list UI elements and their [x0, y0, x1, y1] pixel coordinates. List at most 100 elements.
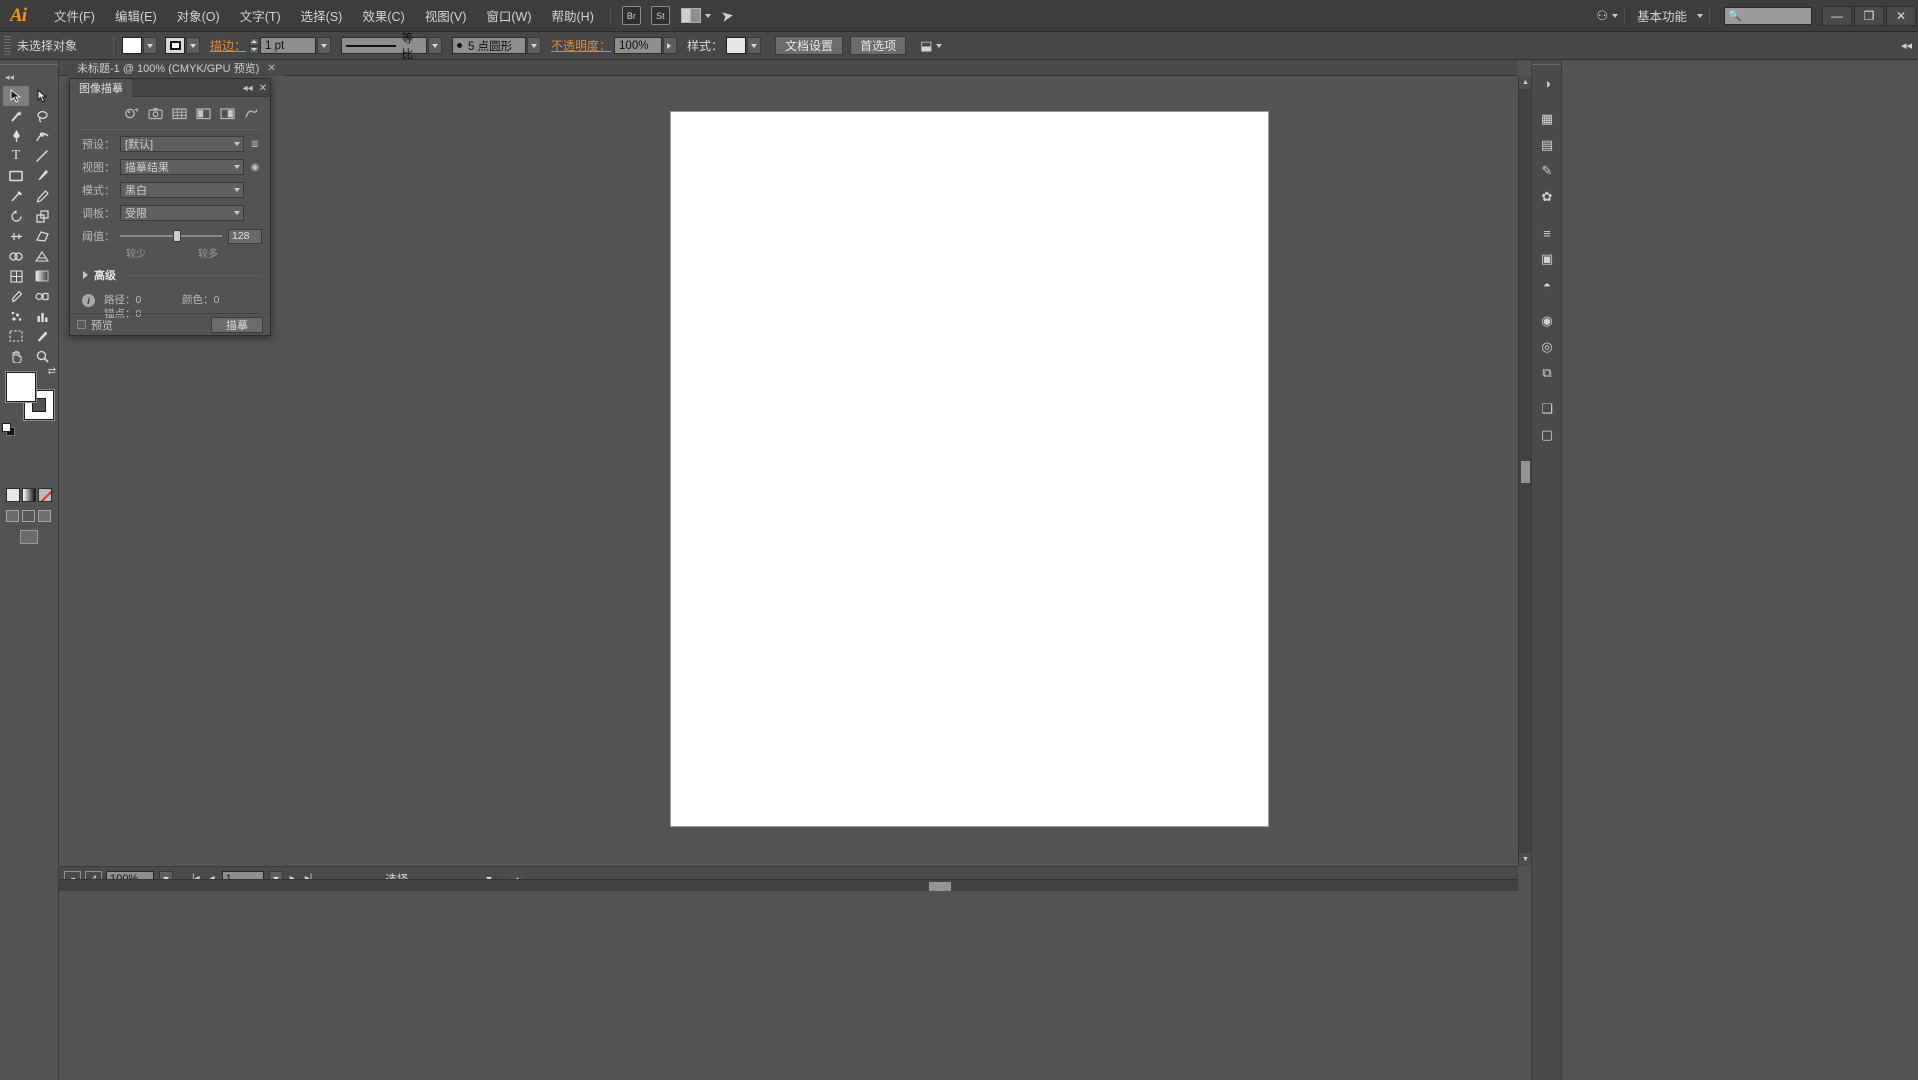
- brush-definition-select[interactable]: 5 点圆形: [452, 37, 526, 54]
- screen-mode-button[interactable]: [20, 530, 38, 544]
- tool-type[interactable]: T: [3, 146, 29, 166]
- tool-rectangle[interactable]: [3, 166, 29, 186]
- symbols-panel-icon[interactable]: ✿: [1532, 184, 1562, 210]
- mode-select[interactable]: 黑白: [120, 182, 244, 198]
- high-color-icon[interactable]: [146, 105, 164, 121]
- menu-file[interactable]: 文件(F): [44, 0, 105, 32]
- document-setup-button[interactable]: 文档设置: [775, 36, 843, 55]
- view-eye-icon[interactable]: ◉: [248, 160, 262, 174]
- tool-width[interactable]: [3, 226, 29, 246]
- tool-curvature[interactable]: [29, 126, 55, 146]
- tool-rotate[interactable]: [3, 206, 29, 226]
- tool-paintbrush[interactable]: [29, 166, 55, 186]
- transparency-panel-icon[interactable]: ◓: [1532, 272, 1562, 298]
- stroke-weight-dropdown[interactable]: [317, 37, 331, 54]
- document-tab[interactable]: 未标题-1 @ 100% (CMYK/GPU 预览) ✕: [69, 60, 284, 76]
- bridge-button[interactable]: Br: [622, 6, 641, 25]
- brush-definition-dropdown[interactable]: [527, 37, 541, 54]
- draw-inside-icon[interactable]: [38, 510, 51, 522]
- stepper-down-icon[interactable]: [249, 46, 259, 54]
- tool-artboard[interactable]: [3, 326, 29, 346]
- menu-help[interactable]: 帮助(H): [542, 0, 604, 32]
- color-guide-icon[interactable]: ▦: [1532, 106, 1562, 132]
- preset-select[interactable]: [默认]: [120, 136, 244, 152]
- control-bar-grip[interactable]: [4, 36, 11, 56]
- tool-slice[interactable]: [29, 326, 55, 346]
- graphic-styles-icon[interactable]: ◎: [1532, 334, 1562, 360]
- tools-collapse-button[interactable]: ◂◂: [0, 71, 58, 83]
- low-color-icon[interactable]: [170, 105, 188, 121]
- horizontal-scrollbar[interactable]: [59, 879, 1518, 891]
- menu-type[interactable]: 文字(T): [230, 0, 291, 32]
- advanced-section-toggle[interactable]: 高级: [78, 267, 262, 283]
- preferences-button[interactable]: 首选项: [850, 36, 906, 55]
- close-button[interactable]: ✕: [1886, 6, 1916, 26]
- workspace-switcher[interactable]: 基本功能: [1631, 6, 1703, 25]
- tool-hand[interactable]: [3, 346, 29, 366]
- appearance-panel-icon[interactable]: ◉: [1532, 308, 1562, 334]
- stroke-weight-label[interactable]: 描边：: [210, 37, 246, 54]
- tool-zoom[interactable]: [29, 346, 55, 366]
- tool-direct-selection[interactable]: [29, 86, 55, 106]
- fill-swatch-large[interactable]: [6, 372, 36, 402]
- tool-shaper[interactable]: [3, 186, 29, 206]
- image-trace-title-bar[interactable]: 图像描摹 ◂◂ ✕: [70, 79, 270, 97]
- stroke-profile-dropdown[interactable]: [428, 37, 442, 54]
- close-icon[interactable]: ✕: [259, 83, 267, 94]
- preset-menu-icon[interactable]: ≣: [248, 137, 262, 151]
- artboards-panel-icon[interactable]: ▢: [1532, 422, 1562, 448]
- trace-button[interactable]: 描摹: [211, 317, 263, 333]
- tool-scale[interactable]: [29, 206, 55, 226]
- swap-fill-stroke-icon[interactable]: ⇄: [48, 366, 56, 377]
- menu-effect[interactable]: 效果(C): [352, 0, 414, 32]
- black-white-icon[interactable]: [218, 105, 236, 121]
- draw-normal-icon[interactable]: [6, 510, 19, 522]
- stock-search-button[interactable]: ⚇: [1596, 8, 1618, 24]
- graphic-style-dropdown[interactable]: [747, 37, 761, 54]
- tool-free-transform[interactable]: [29, 226, 55, 246]
- gradient-mode-button[interactable]: [22, 488, 36, 502]
- stroke-weight-stepper[interactable]: [249, 38, 259, 54]
- tool-column-graph[interactable]: [29, 306, 55, 326]
- stroke-dropdown-button[interactable]: [186, 37, 200, 54]
- view-select[interactable]: 描摹结果: [120, 159, 244, 175]
- tool-pencil[interactable]: [29, 186, 55, 206]
- tools-panel-grip[interactable]: [0, 60, 58, 71]
- color-mode-button[interactable]: [6, 488, 20, 502]
- opacity-input[interactable]: 100%: [614, 37, 662, 54]
- image-trace-tab[interactable]: 图像描摹: [70, 79, 132, 97]
- tool-magic-wand[interactable]: [3, 106, 29, 126]
- sync-settings-icon[interactable]: ➤: [719, 6, 735, 26]
- stroke-panel-icon[interactable]: ≡: [1532, 220, 1562, 246]
- collapse-icon[interactable]: ◂◂: [243, 83, 253, 94]
- palette-select[interactable]: 受限: [120, 205, 244, 221]
- tool-pen[interactable]: [3, 126, 29, 146]
- stepper-up-icon[interactable]: [249, 38, 259, 46]
- tool-lasso[interactable]: [29, 106, 55, 126]
- stock-button[interactable]: St: [651, 6, 670, 25]
- swatches-panel-icon[interactable]: ▤: [1532, 132, 1562, 158]
- vertical-scroll-thumb[interactable]: [1521, 461, 1530, 483]
- align-options-button[interactable]: ⬓: [920, 38, 942, 54]
- stroke-color-swatch[interactable]: [165, 37, 185, 54]
- tool-selection[interactable]: [3, 86, 29, 106]
- artboard[interactable]: [671, 112, 1268, 826]
- tool-eyedropper[interactable]: [3, 286, 29, 306]
- close-icon[interactable]: ✕: [267, 63, 275, 74]
- control-bar-overflow[interactable]: ◂◂: [1901, 39, 1912, 52]
- tool-symbol-sprayer[interactable]: [3, 306, 29, 326]
- stroke-weight-input[interactable]: 1 pt: [260, 37, 316, 54]
- menu-object[interactable]: 对象(O): [167, 0, 230, 32]
- grayscale-icon[interactable]: [194, 105, 212, 121]
- threshold-slider[interactable]: [120, 229, 222, 243]
- fill-color-swatch[interactable]: [122, 37, 142, 54]
- threshold-input[interactable]: 128: [228, 229, 262, 244]
- tool-mesh[interactable]: [3, 266, 29, 286]
- graphic-style-swatch[interactable]: [726, 37, 746, 54]
- color-panel-icon[interactable]: ◑: [1532, 70, 1562, 96]
- tool-gradient[interactable]: [29, 266, 55, 286]
- transform-panel-icon[interactable]: ⧉: [1532, 360, 1562, 386]
- canvas-area[interactable]: [59, 76, 1518, 866]
- gradient-panel-icon[interactable]: ▣: [1532, 246, 1562, 272]
- menu-view[interactable]: 视图(V): [415, 0, 477, 32]
